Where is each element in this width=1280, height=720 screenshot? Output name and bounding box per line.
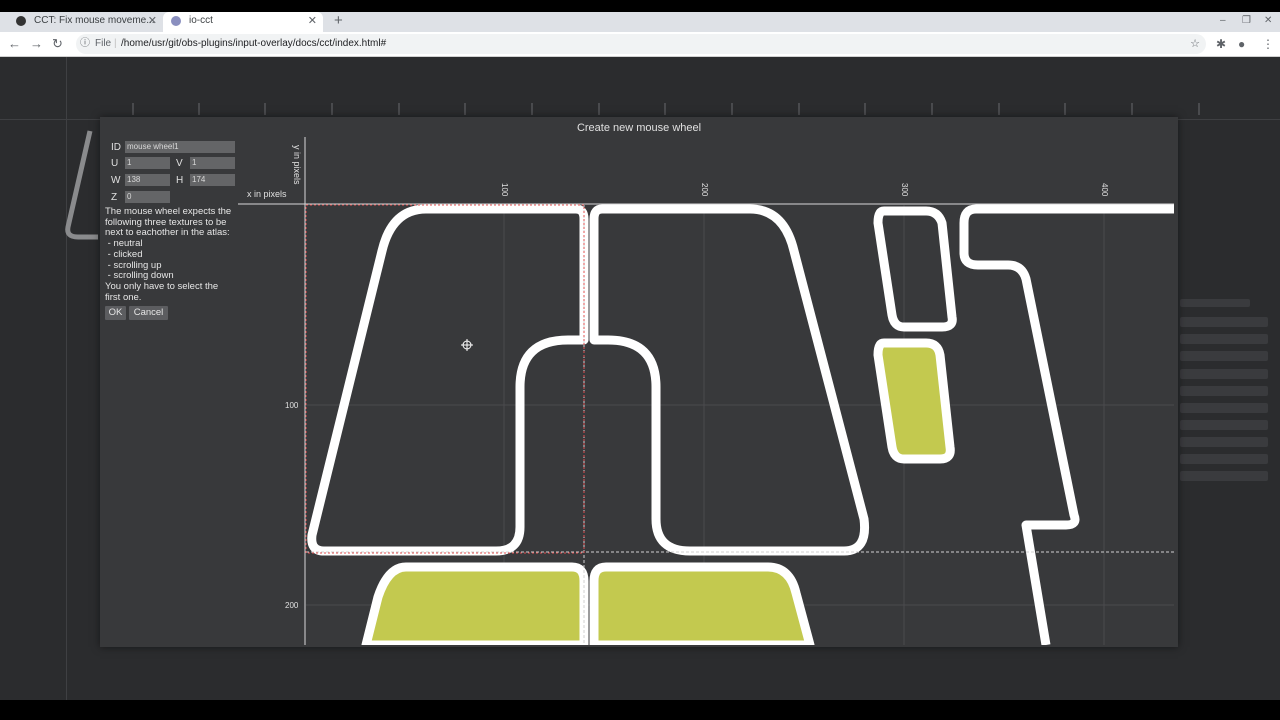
new-tab-icon[interactable]: + xyxy=(334,12,343,30)
cancel-button[interactable]: Cancel xyxy=(129,306,168,320)
tab-label: io-cct xyxy=(189,15,213,26)
wheel-shape-neutral-left xyxy=(307,204,589,556)
close-tab-icon[interactable]: ✕ xyxy=(308,12,317,30)
small-button-filled xyxy=(873,338,955,464)
bookmark-star-icon[interactable]: ☆ xyxy=(1190,34,1200,54)
small-button-outline xyxy=(873,206,957,332)
x-tick-label: 100 xyxy=(500,183,509,197)
close-tab-icon[interactable]: ✕ xyxy=(148,12,157,30)
help-text: The mouse wheel expects the following th… xyxy=(105,206,240,303)
page-icon xyxy=(171,16,181,26)
address-bar-row: ← → ↻ ⓘ File | /home/usr/git/obs-plugins… xyxy=(0,32,1280,57)
x-tick-label: 300 xyxy=(900,183,909,197)
info-icon[interactable]: ⓘ xyxy=(80,34,90,54)
id-input[interactable] xyxy=(125,141,235,153)
wheel-shape-neutral-right xyxy=(589,204,870,556)
help-line: first one. xyxy=(105,291,142,303)
u-input[interactable] xyxy=(125,157,170,169)
z-label: Z xyxy=(111,192,118,203)
z-input[interactable] xyxy=(125,191,170,203)
omnibox[interactable]: ⓘ File | /home/usr/git/obs-plugins/input… xyxy=(76,34,1206,54)
y-tick-label: 100 xyxy=(285,401,299,410)
tab-cct-fix[interactable]: CCT: Fix mouse moveme... ✕ xyxy=(8,12,163,32)
x-axis-label: x in pixels xyxy=(247,189,287,199)
reload-icon[interactable]: ↻ xyxy=(52,32,63,56)
move-cursor-icon xyxy=(461,339,473,351)
x-tick-label: 400 xyxy=(1100,183,1109,197)
v-label: V xyxy=(176,158,183,169)
url-scheme: File xyxy=(95,38,112,49)
w-label: W xyxy=(111,175,121,186)
forward-icon[interactable]: → xyxy=(30,32,43,56)
cct-app: Create new mouse wheel ID U V W H Z The … xyxy=(0,57,1280,700)
close-window-icon[interactable]: ✕ xyxy=(1264,12,1272,30)
h-input[interactable] xyxy=(190,174,235,186)
tab-io-cct[interactable]: io-cct ✕ xyxy=(163,12,323,32)
y-tick-label: 200 xyxy=(285,601,299,610)
background-settings-panel xyxy=(1178,289,1278,481)
menu-icon[interactable]: ⋮ xyxy=(1262,32,1274,56)
h-label: H xyxy=(176,175,184,186)
x-tick-label: 200 xyxy=(700,183,709,197)
url-separator: | xyxy=(114,38,117,49)
github-icon xyxy=(16,16,26,26)
atlas-canvas[interactable]: x in pixels y in pixels 100 200 300 400 … xyxy=(238,137,1174,645)
large-shape-outline xyxy=(959,204,1174,645)
w-input[interactable] xyxy=(125,174,170,186)
tab-label: CCT: Fix mouse moveme... xyxy=(34,15,155,26)
extensions-icon[interactable]: ✱ xyxy=(1216,32,1226,56)
u-label: U xyxy=(111,158,119,169)
window-bottom-edge xyxy=(0,700,1280,720)
background-shape xyxy=(65,130,98,240)
atlas-svg[interactable]: x in pixels y in pixels 100 200 300 400 … xyxy=(238,137,1174,645)
id-label: ID xyxy=(111,142,121,153)
ok-button[interactable]: OK xyxy=(105,306,126,320)
minimize-icon[interactable]: – xyxy=(1220,12,1226,30)
window-top-edge xyxy=(0,0,1280,12)
wheel-shape-clicked-left xyxy=(361,562,589,645)
wheel-shape-clicked-right xyxy=(589,562,815,645)
url-text[interactable]: /home/usr/git/obs-plugins/input-overlay/… xyxy=(121,34,386,54)
dialog-title: Create new mouse wheel xyxy=(576,122,702,134)
background-ruler-top xyxy=(66,57,1280,119)
y-axis-label: y in pixels xyxy=(292,145,302,185)
back-icon[interactable]: ← xyxy=(8,32,21,56)
v-input[interactable] xyxy=(190,157,235,169)
create-mouse-wheel-dialog: Create new mouse wheel ID U V W H Z The … xyxy=(100,117,1178,647)
profile-icon[interactable]: ● xyxy=(1238,32,1245,56)
maximize-icon[interactable]: ❐ xyxy=(1242,12,1251,30)
help-line: - clicked xyxy=(105,248,143,260)
tab-strip: CCT: Fix mouse moveme... ✕ io-cct ✕ + – … xyxy=(0,12,1280,32)
